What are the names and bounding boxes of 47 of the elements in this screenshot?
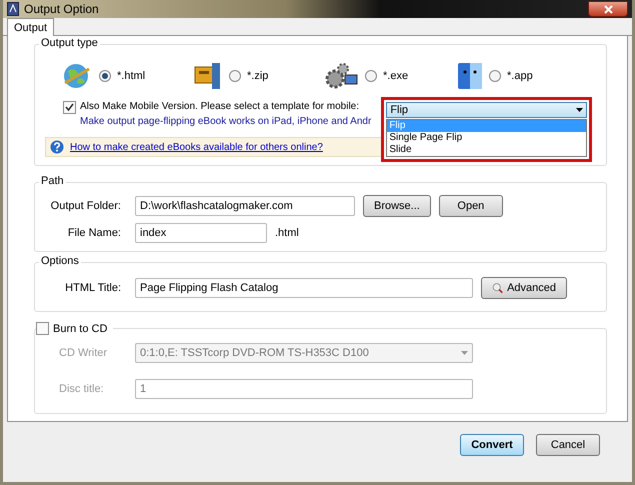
field-label: Disc title: — [58, 383, 105, 395]
group-title: Output type — [39, 37, 100, 49]
burn-label: Burn to CD — [53, 322, 108, 334]
html-title-field[interactable]: Page Flipping Flash Catalog — [135, 278, 473, 298]
format-label: *.exe — [383, 70, 408, 82]
extension-label: .html — [275, 227, 299, 239]
caret-icon — [461, 351, 468, 355]
format-label: *.app — [507, 70, 533, 82]
magnifier-icon — [492, 281, 504, 295]
format-label: *.html — [117, 70, 146, 82]
group-title: Options — [39, 255, 81, 267]
format-label: *.zip — [247, 70, 268, 82]
group-title: Path — [39, 175, 66, 187]
help-link[interactable]: How to make created eBooks available for others online? — [70, 142, 323, 152]
radio-button[interactable] — [489, 70, 501, 82]
open-button[interactable]: Open — [438, 195, 503, 217]
finder-face-icon — [457, 62, 483, 90]
radio-button[interactable] — [229, 70, 241, 82]
disc-title-field[interactable]: 1 — [135, 379, 473, 399]
advanced-button[interactable]: Advanced — [481, 277, 567, 299]
app-icon — [7, 2, 19, 16]
browse-button[interactable]: Browse... — [363, 195, 431, 217]
convert-button[interactable]: Convert — [460, 434, 524, 456]
field-label: File Name: — [66, 227, 122, 239]
cancel-button[interactable]: Cancel — [536, 434, 600, 456]
field-label: Output Folder: — [50, 200, 122, 212]
gears-icon — [325, 61, 359, 91]
cd-writer-dropdown[interactable]: 0:1:0,E: TSSTcorp DVD-ROM TS-H353C D100 — [135, 343, 473, 363]
burn-checkbox[interactable] — [36, 322, 49, 335]
help-icon — [50, 140, 64, 154]
close-icon — [604, 4, 612, 14]
field-label: CD Writer — [58, 347, 108, 359]
file-name-field[interactable]: index — [135, 223, 267, 243]
mobile-note: Make output page-flipping eBook works on iPad, iPhone and Andr — [80, 116, 372, 127]
mobile-checkbox[interactable] — [63, 101, 76, 114]
tab[interactable]: Output — [7, 18, 54, 36]
radio-button[interactable] — [99, 70, 111, 82]
archive-icon — [193, 61, 223, 91]
field-label: HTML Title: — [64, 282, 122, 294]
radio-button[interactable] — [365, 70, 377, 82]
check-icon — [65, 103, 74, 112]
caret-icon — [576, 108, 584, 112]
output-folder-field[interactable]: D:\work\flashcatalogmaker.com — [135, 196, 355, 216]
close-button[interactable] — [588, 1, 628, 17]
template-dropdown[interactable]: Flip — [386, 102, 588, 118]
mobile-label: Also Make Mobile Version. Please select a template for mobile: — [80, 101, 360, 112]
window-title: Output Option — [24, 2, 99, 16]
